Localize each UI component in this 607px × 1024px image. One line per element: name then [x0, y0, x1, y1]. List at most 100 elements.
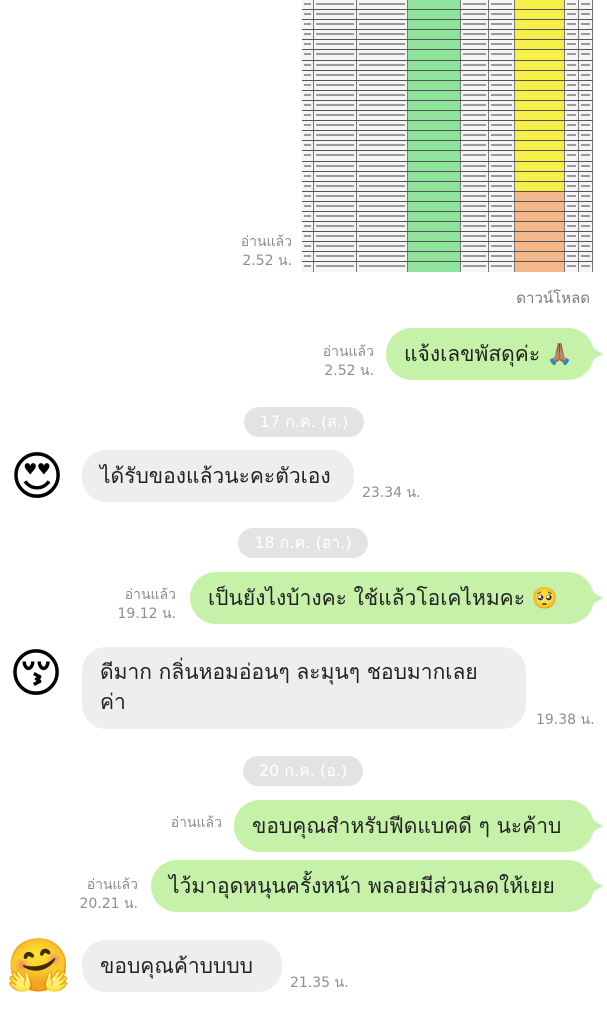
sheet-cell [578, 10, 593, 20]
sheet-cell [515, 252, 565, 262]
sheet-cell [302, 242, 315, 252]
read-label: อ่านแล้ว [322, 344, 374, 360]
sheet-row [302, 161, 593, 172]
sheet-cell [356, 70, 408, 80]
sheet-cell [515, 181, 565, 191]
message-time: 20.21 น. [79, 896, 138, 912]
sheet-row [302, 90, 593, 101]
sheet-cell [302, 262, 315, 272]
sheet-cell [314, 131, 357, 141]
sheet-cell [564, 191, 579, 201]
message-time: 19.38 น. [536, 712, 595, 728]
sheet-cell [578, 181, 593, 191]
sheet-cell [564, 181, 579, 191]
sheet-cell [314, 70, 357, 80]
sheet-cell [564, 90, 579, 100]
sheet-cell [356, 171, 408, 181]
sheet-cell [460, 20, 489, 30]
sheet-cell [515, 60, 565, 70]
sheet-cell [515, 161, 565, 171]
sheet-cell [515, 201, 565, 211]
sheet-cell [460, 80, 489, 90]
sheet-cell [578, 0, 593, 10]
sheet-cell [356, 30, 408, 40]
sheet-cell [302, 0, 315, 10]
sheet-cell [564, 171, 579, 181]
sheet-cell [314, 242, 357, 252]
sheet-cell [460, 141, 489, 151]
sheet-cell [314, 40, 357, 50]
sheet-cell [407, 70, 461, 80]
message-text: เป็นยังไงบ้างคะ ใช้แล้วโอเคไหมคะ 🥺 [208, 586, 558, 610]
sheet-cell [314, 252, 357, 262]
sheet-cell [302, 181, 315, 191]
sheet-cell [564, 131, 579, 141]
sheet-cell [407, 50, 461, 60]
sheet-row [302, 121, 593, 132]
sheet-cell [407, 191, 461, 201]
sheet-cell [314, 60, 357, 70]
sheet-cell [460, 10, 489, 20]
sheet-cell [356, 80, 408, 90]
sheet-cell [488, 30, 516, 40]
sheet-cell [578, 60, 593, 70]
sheet-cell [488, 50, 516, 60]
sheet-cell [515, 222, 565, 232]
sheet-row [302, 131, 593, 142]
sheet-cell [515, 121, 565, 131]
sheet-cell [460, 262, 489, 272]
sheet-cell [578, 252, 593, 262]
sheet-cell [407, 131, 461, 141]
sheet-cell [302, 40, 315, 50]
sheet-cell [356, 100, 408, 111]
sheet-row [302, 80, 593, 91]
sheet-cell [564, 111, 579, 121]
message-time: 19.12 น. [117, 606, 176, 622]
sheet-cell [488, 90, 516, 100]
sheet-cell [302, 141, 315, 151]
outgoing-message-bubble[interactable]: เป็นยังไงบ้างคะ ใช้แล้วโอเคไหมคะ 🥺 [190, 572, 603, 624]
sheet-cell [515, 30, 565, 40]
contact-avatar[interactable]: 😚 [4, 642, 68, 706]
outgoing-message-bubble[interactable]: ไว้มาอุดหนุนครั้งหน้า พลอยมีส่วนลดให้เยย [151, 860, 603, 912]
sheet-cell [356, 191, 408, 201]
sheet-cell [488, 252, 516, 262]
sheet-cell [302, 171, 315, 181]
read-receipt: อ่านแล้ว 20.21 น. [62, 876, 138, 914]
sheet-cell [356, 211, 408, 222]
sheet-cell [407, 232, 461, 242]
sheet-row [302, 232, 593, 243]
sheet-cell [460, 50, 489, 60]
sheet-cell [564, 50, 579, 60]
sheet-cell [407, 90, 461, 100]
sheet-cell [564, 161, 579, 171]
incoming-message-bubble[interactable]: ขอบคุณค้าบบบบ [82, 940, 282, 992]
sheet-cell [460, 90, 489, 100]
sheet-cell [314, 30, 357, 40]
read-receipt: อ่านแล้ว 2.52 น. [300, 343, 374, 381]
sheet-row [302, 201, 593, 212]
incoming-message-bubble[interactable]: ดีมาก กลิ่นหอมอ่อนๆ ละมุนๆ ชอบมากเลย ค่า [82, 647, 526, 729]
sheet-cell [578, 80, 593, 90]
sheet-cell [488, 262, 516, 272]
sheet-cell [578, 70, 593, 80]
sheet-cell [302, 211, 315, 222]
sheet-cell [564, 262, 579, 272]
download-link[interactable]: ดาวน์โหลด [500, 286, 590, 310]
sheet-cell [407, 0, 461, 10]
outgoing-message-bubble[interactable]: แจ้งเลขพัสดุค่ะ 🙏🏽 [386, 328, 603, 380]
sheet-cell [356, 222, 408, 232]
tracking-sheet-image[interactable] [302, 0, 593, 272]
sheet-cell [578, 222, 593, 232]
contact-avatar[interactable]: 😍 [6, 446, 68, 508]
sheet-cell [407, 252, 461, 262]
kissing-face-icon: 😚 [8, 644, 64, 704]
sheet-row [302, 10, 593, 21]
incoming-message-bubble[interactable]: ได้รับของแล้วนะคะตัวเอง [82, 450, 354, 502]
contact-avatar[interactable]: 🤗 [6, 934, 71, 998]
sheet-cell [515, 191, 565, 201]
sheet-cell [578, 201, 593, 211]
sheet-cell [407, 171, 461, 181]
outgoing-message-bubble[interactable]: ขอบคุณสำหรับฟีดแบคดี ๆ นะค้าบ [234, 800, 603, 852]
sheet-cell [302, 111, 315, 121]
